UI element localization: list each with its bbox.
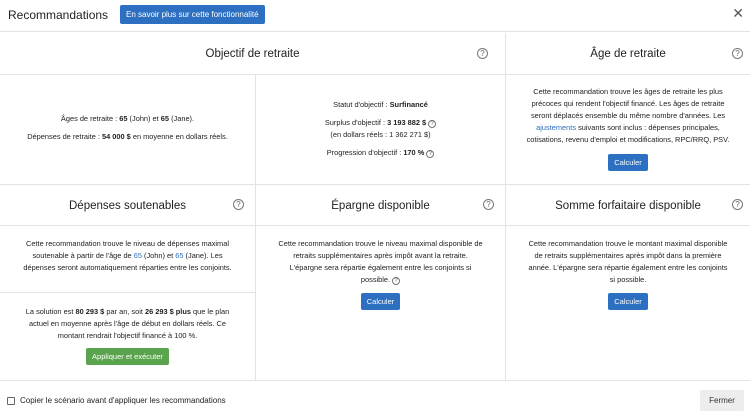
ages-john-name: (John) et xyxy=(127,114,161,123)
age-text-4: suivants sont inclus : dépenses principa… xyxy=(576,123,720,132)
sol-1c: que le plan xyxy=(190,307,230,316)
depenses-description: Cette recommandation trouve le niveau de… xyxy=(0,238,255,274)
epargne-calculer-button[interactable]: Calculer xyxy=(360,293,401,310)
age-retraite-body-cell: Cette recommandation trouve les âges de … xyxy=(506,75,750,185)
forfaitaire-title: Somme forfaitaire disponible xyxy=(555,200,701,212)
help-icon[interactable]: ? xyxy=(428,120,437,128)
objectif-ages-cell: Âges de retraite : 65 (John) et 65 (Jane… xyxy=(0,75,256,185)
statut-label: Statut d'objectif : xyxy=(333,100,390,109)
help-icon[interactable]: ? xyxy=(233,199,244,210)
surplus-value: 3 193 882 $ xyxy=(387,118,427,127)
help-icon[interactable]: ? xyxy=(483,199,494,210)
ages-john: 65 xyxy=(119,114,128,123)
depenses-text-2b: (John) et xyxy=(141,251,176,260)
age-retraite-header-cell: Âge de retraite ? xyxy=(506,33,750,75)
depenses-text-2a: soutenable à partir de l'âge de xyxy=(32,251,134,260)
statut-value: Surfinancé xyxy=(389,100,428,109)
depenses-line: Dépenses de retraite : 54 000 $ en moyen… xyxy=(0,131,255,143)
forfaitaire-button-wrap: Calculer xyxy=(506,293,750,310)
depenses-body-cell: Cette recommandation trouve le niveau de… xyxy=(0,226,256,293)
epargne-text-1: Cette recommandation trouve le niveau ma… xyxy=(278,239,483,248)
sol-1-plus: 26 293 $ plus xyxy=(144,307,191,316)
ages-line: Âges de retraite : 65 (John) et 65 (Jane… xyxy=(0,113,255,125)
forfaitaire-text-2: de retraits supplémentaires après impôt … xyxy=(534,251,722,260)
depenses-value: 54 000 $ xyxy=(102,132,131,141)
help-icon[interactable]: ? xyxy=(477,48,488,59)
age-calculer-button[interactable]: Calculer xyxy=(608,154,648,171)
age-retraite-title: Âge de retraite xyxy=(590,48,666,60)
close-icon[interactable]: ✕ xyxy=(732,5,744,21)
epargne-button-wrap: Calculer xyxy=(256,293,505,310)
age-text-3: seront déplacés ensemble du même nombre … xyxy=(530,111,726,120)
dialog-footer: Copier le scénario avant d'appliquer les… xyxy=(0,381,750,419)
help-icon[interactable]: ? xyxy=(426,150,435,158)
ages-label: Âges de retraite : xyxy=(60,114,120,123)
epargne-body-cell: Cette recommandation trouve le niveau ma… xyxy=(256,226,506,381)
copy-scenario-checkbox[interactable] xyxy=(7,397,15,405)
solution-line-3: montant rendrait l'objectif financé à 10… xyxy=(57,331,198,340)
progression-line: Progression d'objectif : 170 %? xyxy=(256,147,505,159)
age-text-5: cotisations, revenu d'emploi et modifica… xyxy=(526,135,730,144)
forfaitaire-text-3: année. L'épargne sera répartie également… xyxy=(528,263,728,272)
epargne-header-cell: Épargne disponible ? xyxy=(256,185,506,226)
objectif-header-cell: Objectif de retraite ? xyxy=(0,33,506,75)
epargne-text-3: L'épargne sera répartie également entre … xyxy=(289,263,472,272)
surplus-label: Surplus d'objectif : xyxy=(324,118,388,127)
age-button-wrap: Calculer xyxy=(506,154,750,171)
help-icon[interactable]: ? xyxy=(732,199,743,210)
depenses-label: Dépenses de retraite : xyxy=(27,132,103,141)
learn-more-button[interactable]: En savoir plus sur cette fonctionnalité xyxy=(120,5,265,24)
forfaitaire-text-1: Cette recommandation trouve le montant m… xyxy=(528,239,728,248)
ages-jane-name: (Jane). xyxy=(169,114,195,123)
objectif-title: Objectif de retraite xyxy=(205,48,300,60)
objectif-status-cell: Statut d'objectif : Surfinancé Surplus d… xyxy=(256,75,506,185)
depenses-solution-cell: La solution est 80 293 $ par an, soit 26… xyxy=(0,293,256,381)
progression-label: Progression d'objectif : xyxy=(326,148,404,157)
forfaitaire-header-cell: Somme forfaitaire disponible ? xyxy=(506,185,750,226)
forfaitaire-calculer-button[interactable]: Calculer xyxy=(608,293,648,310)
depenses-solution: La solution est 80 293 $ par an, soit 26… xyxy=(0,306,255,342)
depenses-title: Dépenses soutenables xyxy=(69,200,186,212)
epargne-title: Épargne disponible xyxy=(331,200,430,212)
forfaitaire-description: Cette recommandation trouve le montant m… xyxy=(506,238,750,286)
depenses-suffix: en moyenne en dollars réels. xyxy=(130,132,228,141)
fermer-button[interactable]: Fermer xyxy=(700,390,744,411)
solution-line-2: actuel en moyenne après l'âge de début e… xyxy=(29,319,226,328)
forfaitaire-text-4: si possible. xyxy=(609,275,647,284)
ages-jane: 65 xyxy=(160,114,170,123)
age-retraite-description: Cette recommandation trouve les âges de … xyxy=(506,86,750,146)
epargne-description: Cette recommandation trouve le niveau ma… xyxy=(256,238,505,286)
solution-line-1: La solution est 80 293 $ par an, soit 26… xyxy=(0,306,255,318)
copy-scenario-label[interactable]: Copier le scénario avant d'appliquer les… xyxy=(20,396,226,405)
sol-1-value: 80 293 $ xyxy=(75,307,105,316)
statut-line: Statut d'objectif : Surfinancé xyxy=(256,99,505,111)
epargne-text-2: retraits supplémentaires après impôt ava… xyxy=(293,251,468,260)
age-text-2: précoces qui rendent l'objectif financé.… xyxy=(531,99,725,108)
ajustements-link[interactable]: ajustements xyxy=(536,123,576,132)
age-text-1: Cette recommandation trouve les âges de … xyxy=(533,87,723,96)
surplus-line: Surplus d'objectif : 3 193 882 $? xyxy=(256,117,505,129)
depenses-age-john: 65 xyxy=(133,251,142,260)
depenses-text-2-line: soutenable à partir de l'âge de 65 (John… xyxy=(0,250,255,262)
age-text-4-line: ajustements suivants sont inclus : dépen… xyxy=(506,122,750,134)
dialog-header: Recommandations En savoir plus sur cette… xyxy=(0,0,750,32)
surplus-real-line: (en dollars réels : 1 362 271 $) xyxy=(330,130,431,139)
depenses-header-cell: Dépenses soutenables ? xyxy=(0,185,256,226)
depenses-button-wrap: Appliquer et exécuter xyxy=(0,348,255,365)
forfaitaire-body-cell: Cette recommandation trouve le montant m… xyxy=(506,226,750,381)
epargne-text-4: possible. xyxy=(360,275,391,284)
sol-1a: La solution est xyxy=(25,307,76,316)
depenses-text-1: Cette recommandation trouve le niveau de… xyxy=(26,239,229,248)
appliquer-executer-button[interactable]: Appliquer et exécuter xyxy=(86,348,169,365)
help-icon[interactable]: ? xyxy=(732,48,743,59)
help-icon[interactable]: ? xyxy=(392,277,401,285)
depenses-text-3: dépenses seront automatiquement répartie… xyxy=(23,263,232,272)
progression-value: 170 % xyxy=(403,148,425,157)
depenses-text-2c: (Jane). Les xyxy=(183,251,223,260)
epargne-text-4-line: possible.? xyxy=(256,274,505,286)
dialog-title: Recommandations xyxy=(8,8,109,22)
sol-1b: par an, soit xyxy=(104,307,145,316)
